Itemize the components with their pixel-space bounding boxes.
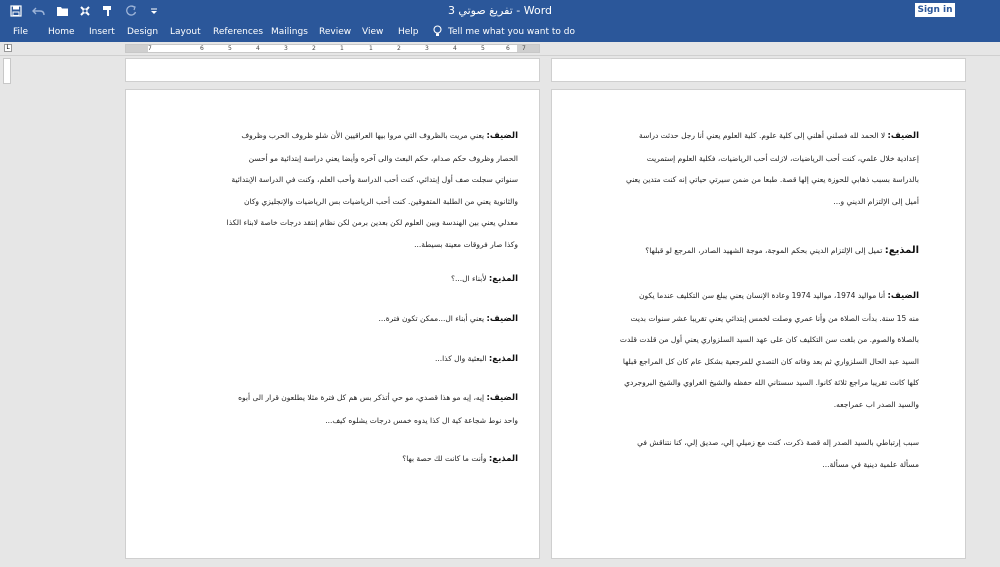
transcript-paragraph: المذيع: وأنت ما كانت لك حصة بها؟ <box>166 448 518 471</box>
transcript-line: الضيف: يعني أبناء ال...ممكن تكون فترة... <box>166 308 518 331</box>
line-text: البعثية وال كذا... <box>435 354 487 363</box>
transcript-line: مسألة علمية دينية في مسألة... <box>822 459 919 469</box>
transcript-line: الضيف: إيه، إيه مو هذا قصدي، مو حي أتذكر… <box>166 387 518 410</box>
lightbulb-icon <box>433 24 442 40</box>
speaker-label: المذيع: <box>488 274 518 284</box>
vertical-ruler[interactable] <box>3 58 11 84</box>
page-right[interactable]: الضيف: لا الحمد لله فصلني أهلني إلى كلية… <box>551 89 966 559</box>
ruler-tick: 1 <box>340 45 344 52</box>
ruler-tick: 7 <box>148 45 152 52</box>
tell-me-search[interactable]: Tell me what you want to do <box>433 22 575 42</box>
previous-page-left <box>125 58 540 82</box>
transcript-line: منه 15 سنة. بدأت الصلاة من وأنا عمري وصل… <box>630 313 919 323</box>
page-left[interactable]: الضيف: يعني مريت بالظروف التي مروا بيها … <box>125 89 540 559</box>
transcript-line: وكذا صار فروقات معينة بسيطة... <box>414 239 518 249</box>
tab-view[interactable]: View <box>362 22 383 42</box>
tab-review[interactable]: Review <box>319 22 351 42</box>
speaker-label: الضيف: <box>486 131 518 141</box>
ruler-tick: 4 <box>453 45 457 52</box>
transcript-line: إعدادية خلال علمي، كنت أحب الرياضيات، لا… <box>646 153 919 163</box>
speaker-label: المذيع: <box>884 245 919 256</box>
speaker-label: المذيع: <box>488 454 518 464</box>
ruler-tick: 6 <box>506 45 510 52</box>
transcript-line: واحد نوط شجاعة كية ال كذا يدوه خمس درجات… <box>325 415 518 425</box>
tab-selector-icon[interactable]: L <box>4 44 12 52</box>
ruler-tick: 3 <box>284 45 288 52</box>
tab-home[interactable]: Home <box>48 22 75 42</box>
transcript-line: والسيد الصدر اب عمراجعه. <box>833 399 919 409</box>
line-text: تميل إلى الإلتزام الديني بحكم الموجة، مو… <box>645 246 883 255</box>
title-bar: تفريغ صوتي 3 - Word Sign in <box>0 0 1000 22</box>
transcript-line: الضيف: يعني مريت بالظروف التي مروا بيها … <box>166 125 518 148</box>
transcript-line: السيد عبد الحال السلزواري ثم بعد وفاته ك… <box>622 356 919 366</box>
transcript-paragraph: المذيع: لأبناء ال...؟ <box>166 268 518 291</box>
line-text: إيه، إيه مو هذا قصدي، مو حي أتذكر بس هم … <box>238 393 485 402</box>
speaker-label: الضيف: <box>887 131 919 141</box>
ruler-tick: 1 <box>369 45 373 52</box>
transcript-paragraph: الضيف: يعني أبناء ال...ممكن تكون فترة... <box>166 308 518 331</box>
tell-me-label: Tell me what you want to do <box>448 27 575 37</box>
tab-design[interactable]: Design <box>127 22 158 42</box>
speaker-label: الضيف: <box>486 314 518 324</box>
ruler-tick: 5 <box>481 45 485 52</box>
transcript-paragraph: الضيف: لا الحمد لله فصلني أهلني إلى كلية… <box>592 125 919 212</box>
transcript-paragraph: المذيع: تميل إلى الإلتزام الديني بحكم ال… <box>592 240 919 262</box>
tab-mailings[interactable]: Mailings <box>271 22 308 42</box>
transcript-paragraph: الضيف: يعني مريت بالظروف التي مروا بيها … <box>166 125 518 255</box>
transcript-line: المذيع: البعثية وال كذا... <box>166 348 518 371</box>
transcript-line: كلها كانت تقريبا مراجع ثلاثة كانوا. السي… <box>624 378 919 387</box>
transcript-paragraph: المذيع: البعثية وال كذا... <box>166 348 518 371</box>
transcript-line: المذيع: لأبناء ال...؟ <box>166 268 518 291</box>
sign-in-button[interactable]: Sign in <box>915 3 955 17</box>
line-text: لأبناء ال...؟ <box>450 274 487 283</box>
previous-page-right <box>551 58 966 82</box>
ruler-tick: 7 <box>522 45 526 52</box>
ruler-tick: 6 <box>200 45 204 52</box>
transcript-line: بالصلاة والصوم. من بلغت سن التكليف كان ع… <box>619 335 919 344</box>
horizontal-ruler[interactable]: 7 6 5 4 3 2 1 1 2 3 4 5 6 7 <box>125 44 540 53</box>
tab-layout[interactable]: Layout <box>170 22 201 42</box>
transcript-line: الضيف: أنا مواليد 1974، مواليد 1974 وعاد… <box>592 285 919 308</box>
line-text: يعني مريت بالظروف التي مروا بيها العراقي… <box>241 131 485 140</box>
transcript-line: أميل إلى الإلتزام الديني و... <box>833 196 919 206</box>
transcript-paragraph: الضيف: أنا مواليد 1974، مواليد 1974 وعاد… <box>592 285 919 415</box>
ribbon-tabs: File Home Insert Design Layout Reference… <box>0 22 1000 42</box>
transcript-line: الضيف: لا الحمد لله فصلني أهلني إلى كلية… <box>592 125 919 148</box>
transcript-line: سبب إرتباطي بالسيد الصدر إله قصة ذكرت، ك… <box>637 438 919 447</box>
transcript-paragraph: سبب إرتباطي بالسيد الصدر إله قصة ذكرت، ك… <box>592 432 919 475</box>
tab-help[interactable]: Help <box>398 22 419 42</box>
speaker-label: الضيف: <box>486 393 518 403</box>
line-text: لا الحمد لله فصلني أهلني إلى كلية علوم. … <box>638 131 886 140</box>
ruler-tick: 5 <box>228 45 232 52</box>
ruler-tick: 2 <box>312 45 316 52</box>
transcript-line: الحصار وظروف حكم صدام، حكم البعث والى آخ… <box>248 153 518 163</box>
line-text: وأنت ما كانت لك حصة بها؟ <box>402 454 487 463</box>
speaker-label: المذيع: <box>488 354 518 364</box>
ruler-right-margin <box>517 45 539 52</box>
transcript-paragraph: الضيف: إيه، إيه مو هذا قصدي، مو حي أتذكر… <box>166 387 518 431</box>
ruler-tick: 2 <box>397 45 401 52</box>
ruler-tick: 4 <box>256 45 260 52</box>
line-text: أنا مواليد 1974، مواليد 1974 وعادة الإنس… <box>639 291 886 300</box>
transcript-line: المذيع: تميل إلى الإلتزام الديني بحكم ال… <box>592 240 919 262</box>
transcript-line: بالدراسة بسبب ذهابي للحوزة يعني إلها قصة… <box>626 175 919 184</box>
tab-insert[interactable]: Insert <box>89 22 115 42</box>
speaker-label: الضيف: <box>887 291 919 301</box>
transcript-line: سنواتي سجلت صف أول إبتدائي، كنت أحب الدر… <box>231 175 518 184</box>
transcript-line: معدلي يعني بين الهندسة وبين العلوم لكن ب… <box>226 218 518 227</box>
tab-file[interactable]: File <box>13 22 28 42</box>
transcript-line: المذيع: وأنت ما كانت لك حصة بها؟ <box>166 448 518 471</box>
line-text: يعني أبناء ال...ممكن تكون فترة... <box>378 314 485 323</box>
document-title: تفريغ صوتي 3 - Word <box>447 4 553 17</box>
transcript-line: والثانوية يعني من الطلبة المتفوقين. كنت … <box>244 196 518 206</box>
ruler-tick: 3 <box>425 45 429 52</box>
tab-references[interactable]: References <box>213 22 263 42</box>
ruler-left-margin <box>126 45 148 52</box>
